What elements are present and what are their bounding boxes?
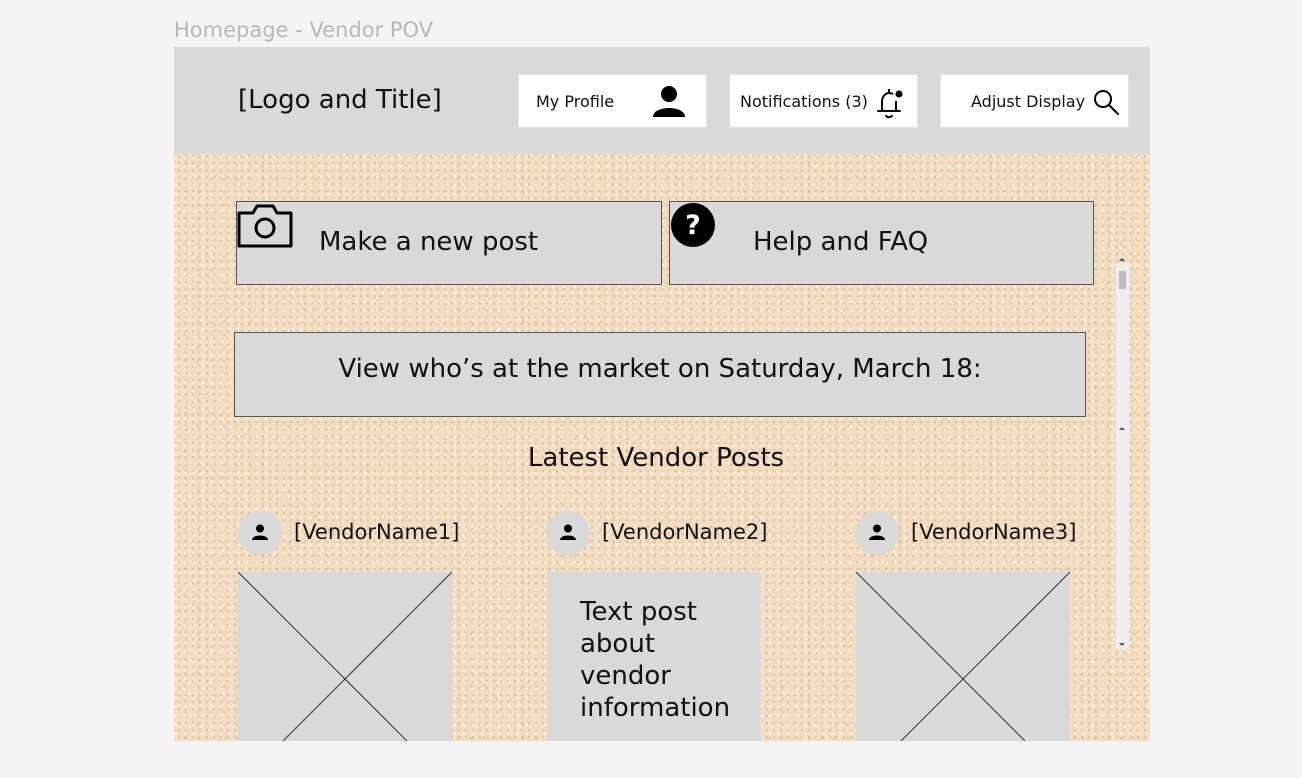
vendor-header-3[interactable]: [VendorName3]	[855, 511, 1115, 555]
image-placeholder-icon	[237, 571, 453, 741]
help-faq-label: Help and FAQ	[753, 227, 929, 257]
user-icon	[869, 524, 885, 540]
vendor-name: [VendorName1]	[294, 520, 460, 544]
market-banner[interactable]: View who’s at the market on Saturday, Ma…	[234, 332, 1086, 417]
scroll-up-arrow[interactable]	[1119, 258, 1125, 261]
frame-label: Homepage - Vendor POV	[174, 18, 434, 42]
help-faq-button[interactable]: Help and FAQ ?	[669, 201, 1094, 285]
camera-icon	[237, 204, 293, 248]
post-text-card-2[interactable]: Text post about vendor information	[547, 572, 761, 741]
vendor-header-1[interactable]: [VendorName1]	[238, 511, 498, 555]
vendor-name: [VendorName3]	[911, 520, 1077, 544]
adjust-display-button[interactable]: Adjust Display	[940, 74, 1129, 128]
avatar	[546, 511, 590, 555]
question-icon: ?	[671, 203, 715, 247]
user-icon	[560, 524, 576, 540]
post-image-placeholder-3[interactable]	[855, 571, 1071, 741]
logo-title[interactable]: [Logo and Title]	[238, 85, 442, 115]
notifications-label: Notifications (3)	[740, 91, 868, 111]
vendor-header-2[interactable]: [VendorName2]	[546, 511, 806, 555]
scrollbar[interactable]	[1116, 258, 1129, 649]
user-icon	[252, 524, 268, 540]
homepage-frame: [Logo and Title] My Profile Notification…	[174, 47, 1150, 741]
latest-posts-title: Latest Vendor Posts	[527, 443, 785, 473]
post-text: Text post about vendor information	[580, 597, 731, 723]
scroll-mid-arrow[interactable]	[1119, 427, 1125, 430]
avatar	[855, 511, 899, 555]
scroll-down-arrow[interactable]	[1119, 643, 1125, 646]
scroll-thumb[interactable]	[1119, 271, 1126, 289]
my-profile-button[interactable]: My Profile	[518, 74, 707, 128]
avatar	[238, 511, 282, 555]
market-banner-label: View who’s at the market on Saturday, Ma…	[338, 354, 982, 384]
header: [Logo and Title] My Profile Notification…	[174, 47, 1150, 154]
make-new-post-label: Make a new post	[319, 227, 539, 257]
make-new-post-button[interactable]: Make a new post	[236, 201, 662, 285]
image-placeholder-icon	[855, 571, 1071, 741]
my-profile-label: My Profile	[536, 91, 615, 111]
search-icon	[1094, 90, 1120, 116]
post-image-placeholder-1[interactable]	[237, 571, 453, 741]
svg-text:?: ?	[685, 210, 701, 241]
vendor-name: [VendorName2]	[602, 520, 768, 544]
user-icon	[653, 86, 685, 117]
adjust-display-label: Adjust Display	[971, 91, 1086, 111]
bell-notification-icon	[877, 89, 903, 119]
notifications-button[interactable]: Notifications (3)	[729, 74, 918, 128]
